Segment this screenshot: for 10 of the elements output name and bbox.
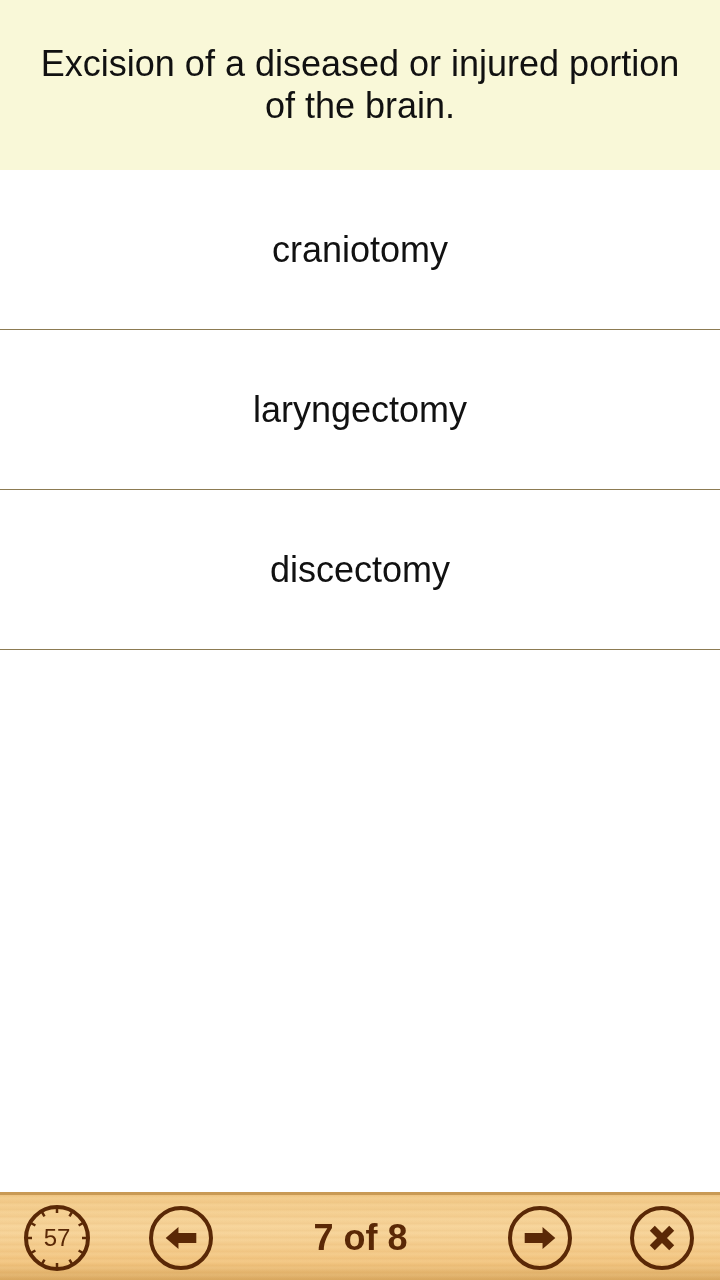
next-button[interactable] [508, 1205, 573, 1270]
clock-dial-icon [23, 1203, 91, 1272]
previous-button[interactable] [148, 1205, 213, 1270]
timer-value: 57 [43, 1223, 71, 1252]
close-button[interactable] [630, 1205, 694, 1270]
page-counter: 7 of 8 [312, 1216, 409, 1259]
answer-option[interactable]: discectomy [0, 490, 720, 650]
answer-option[interactable]: laryngectomy [0, 330, 720, 490]
question-text: Excision of a diseased or injured portion of the brain. [39, 43, 681, 127]
answer-option[interactable]: craniotomy [0, 170, 720, 330]
